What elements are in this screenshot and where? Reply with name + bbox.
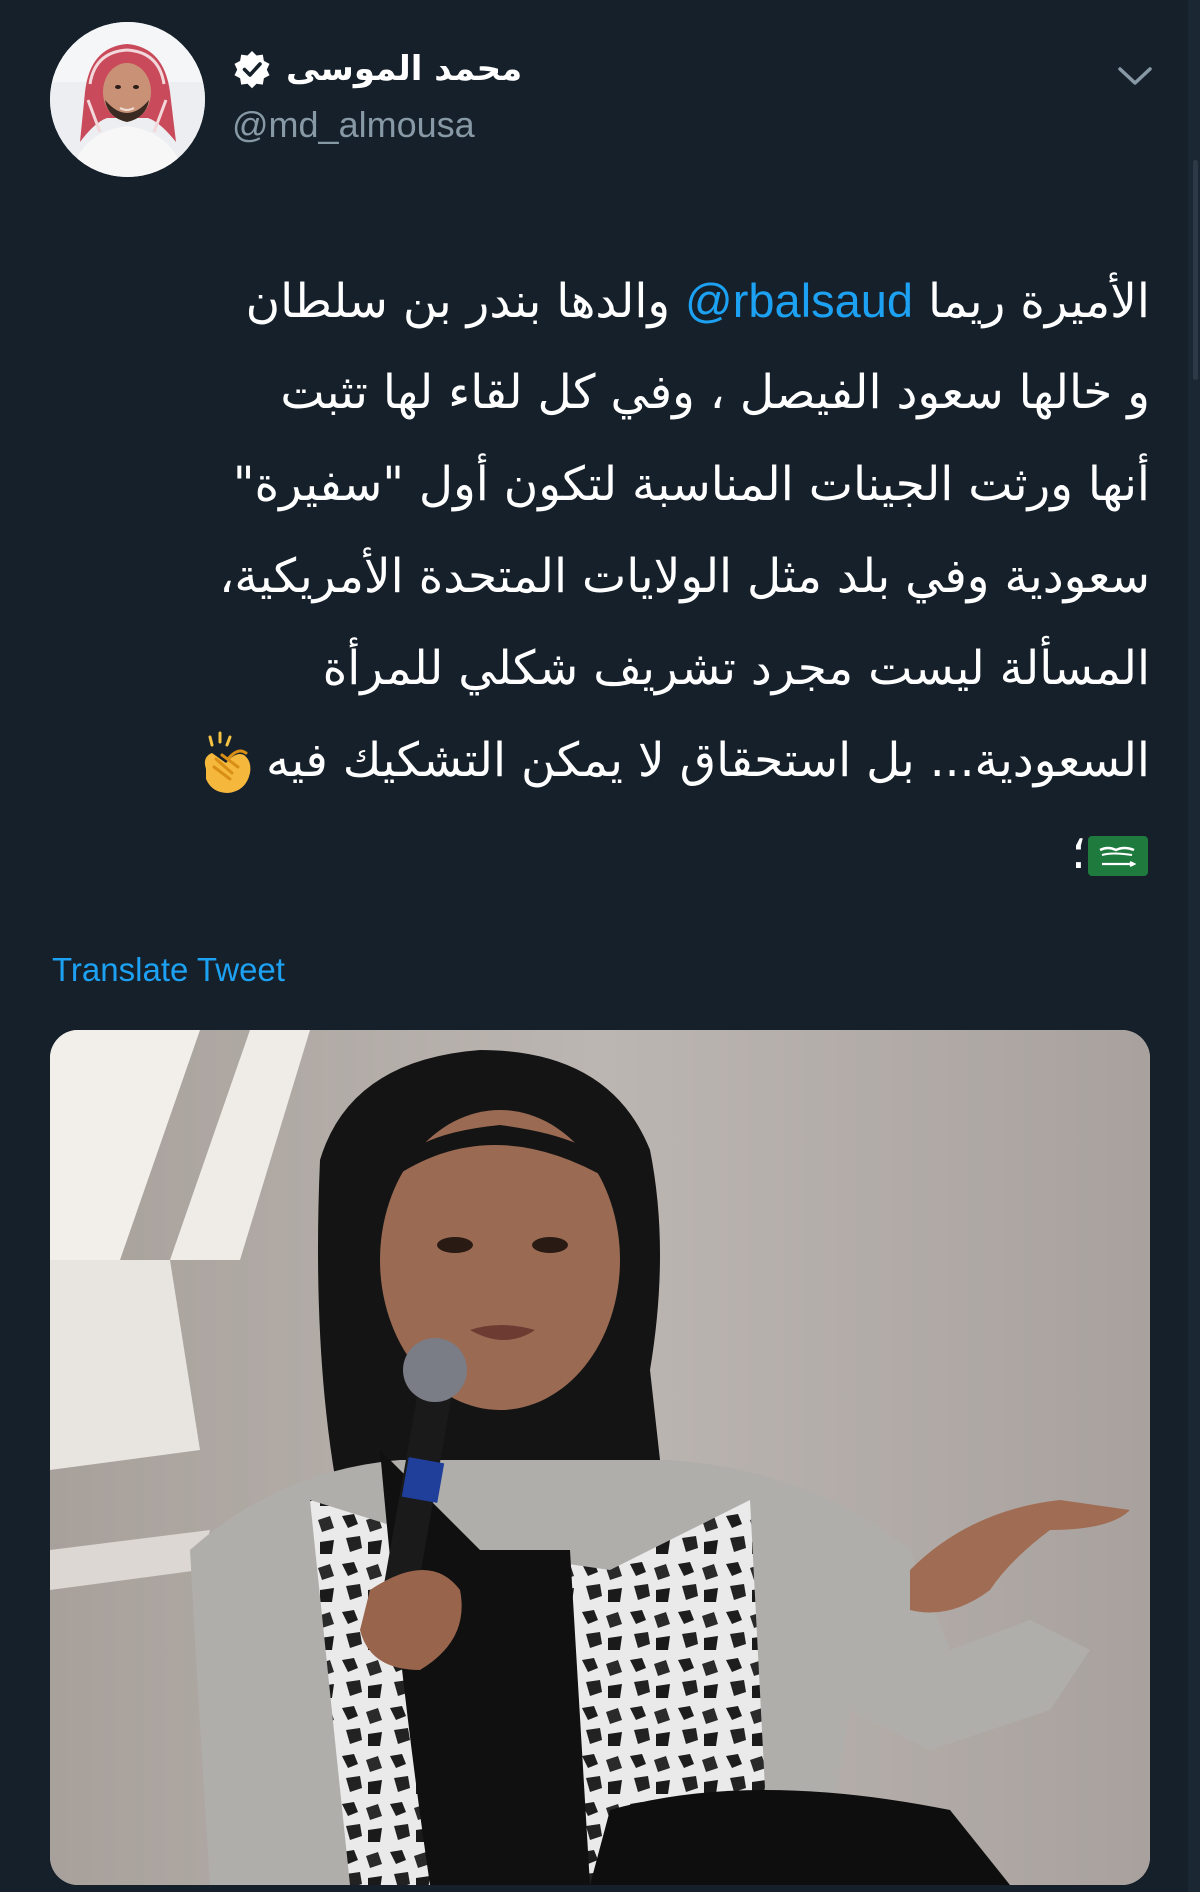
tweet-line-6: السعودية... بل استحقاق لا يمكن التشكيك ف… [50, 715, 1150, 807]
tweet-line-1: الأميرة ريما @rbalsaud والدها بندر بن سل… [50, 255, 1150, 347]
tweet-media-photo[interactable] [50, 1030, 1150, 1885]
tweet-body: الأميرة ريما @rbalsaud والدها بندر بن سل… [50, 255, 1150, 899]
clapping-hands-icon [204, 731, 251, 793]
avatar[interactable] [50, 22, 205, 177]
tweet-line-3: أنها ورثت الجينات المناسبة لتكون أول "سف… [232, 457, 1150, 512]
chevron-down-icon[interactable] [1110, 55, 1160, 95]
scrollbar-thumb[interactable] [1193, 160, 1198, 380]
tweet-line-7: ؛ [50, 807, 1150, 899]
tweet-line-4: سعودية وفي بلد مثل الولايات المتحدة الأم… [219, 549, 1150, 604]
avatar-photo [50, 22, 205, 177]
photo-woman-speaking-microphone [50, 1030, 1150, 1885]
author-display-name[interactable]: محمد الموسى [286, 44, 522, 94]
translate-tweet-link[interactable]: Translate Tweet [52, 945, 285, 995]
tweet-line-2: و خالها سعود الفيصل ، وفي كل لقاء لها تث… [280, 365, 1150, 420]
tweet-text-segment: السعودية... بل استحقاق لا يمكن التشكيك ف… [265, 733, 1150, 788]
saudi-flag-icon [1088, 835, 1148, 876]
author-name-row[interactable]: محمد الموسى [232, 44, 522, 94]
verified-badge-icon [234, 51, 270, 89]
tweet-header: محمد الموسى @md_almousa [0, 0, 1200, 190]
scrollbar[interactable] [1188, 0, 1200, 1892]
tweet-text-segment: الأميرة ريما [913, 274, 1150, 329]
tweet-text-segment: والدها بندر بن سلطان [245, 274, 686, 329]
tweet-line-5: المسألة ليست مجرد تشريف شكلي للمرأة [322, 641, 1150, 696]
author-handle[interactable]: @md_almousa [232, 100, 475, 150]
tweet-text-segment: ؛ [1071, 825, 1086, 880]
mention-link[interactable]: @rbalsaud [685, 274, 913, 327]
